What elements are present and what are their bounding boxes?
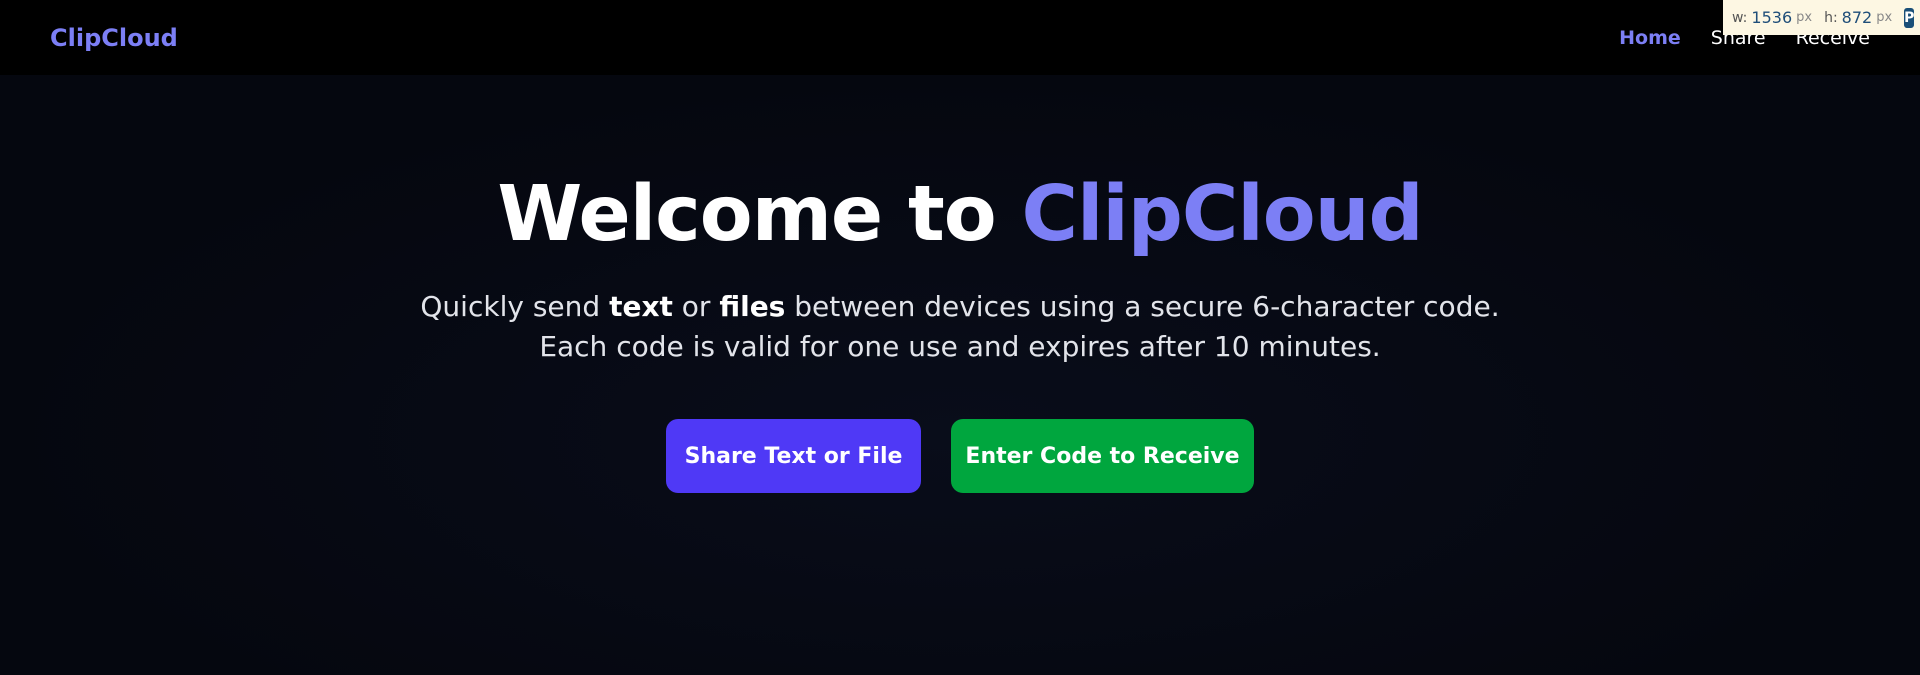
title-prefix: Welcome to	[497, 170, 1022, 259]
page-title: Welcome to ClipCloud	[497, 170, 1423, 259]
title-accent: ClipCloud	[1021, 170, 1423, 259]
hero-description: Quickly send text or files between devic…	[420, 287, 1500, 367]
desc-bold-text: text	[609, 290, 673, 323]
width-label: w:	[1732, 9, 1748, 26]
hero-section: Welcome to ClipCloud Quickly send text o…	[0, 75, 1920, 675]
width-unit: px	[1796, 10, 1813, 25]
desc-bold-files: files	[719, 290, 786, 323]
height-label: h:	[1824, 9, 1838, 26]
hero-actions: Share Text or File Enter Code to Receive	[666, 419, 1254, 493]
extension-logo-icon[interactable]: P	[1904, 7, 1915, 28]
share-button[interactable]: Share Text or File	[666, 419, 921, 493]
desc-part-1: Quickly send	[420, 290, 610, 323]
brand-logo-link[interactable]: ClipCloud	[50, 24, 178, 52]
width-value: 1536	[1751, 8, 1793, 27]
height-value: 872	[1841, 8, 1873, 27]
desc-part-2: or	[672, 290, 720, 323]
navbar: ClipCloud Home Share Receive	[0, 0, 1920, 75]
height-unit: px	[1876, 10, 1893, 25]
dimension-readout: w: 1536 px h: 872 px P	[1723, 0, 1920, 35]
nav-link-home[interactable]: Home	[1619, 27, 1681, 49]
receive-button[interactable]: Enter Code to Receive	[951, 419, 1254, 493]
